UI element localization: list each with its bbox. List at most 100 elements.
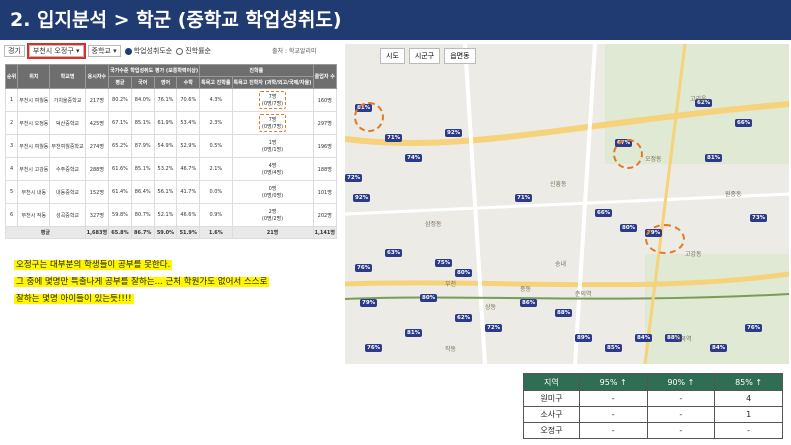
school-pin[interactable]: 81% (405, 329, 423, 337)
table-cell: 65.2% (108, 134, 132, 158)
map-place-label: 작동 (445, 346, 457, 353)
table-cell: 부천시 여월동 (17, 88, 51, 112)
school-pin[interactable]: 71% (385, 134, 403, 142)
th-korean[interactable]: 국어 (130, 76, 155, 89)
th-school[interactable]: 학교명 (49, 64, 86, 89)
table-cell: 288명 (84, 157, 110, 181)
map-sido-button[interactable]: 시도 (380, 48, 405, 64)
school-pin[interactable]: 86% (520, 299, 538, 307)
school-pin[interactable]: 76% (355, 264, 373, 272)
region-select[interactable]: 경기 (4, 45, 25, 57)
table-cell: 0.9% (199, 203, 233, 227)
table-cell: 188명 (312, 157, 337, 181)
map-sigungu-button[interactable]: 시군구 (408, 48, 441, 64)
school-pin[interactable]: 74% (405, 154, 423, 162)
school-pin[interactable]: 80% (420, 294, 438, 302)
table-row[interactable]: 2 부천시 오정동 덕산중학교 425명 67.1% 85.1% 61.9% 53.4% 2.3… (4, 111, 337, 135)
table-cell: 53.2% (153, 157, 178, 181)
summary-cell: 원미구 (523, 390, 580, 407)
table-cell: 6 (4, 203, 19, 227)
table-cell: 3 (4, 134, 19, 158)
table-cell: 1 (4, 88, 19, 112)
table-total-row: 평균 1,683명 65.8% 86.7% 59.0% 51.9% 1.6% 21명 1,141… (5, 226, 337, 239)
school-pin[interactable]: 80% (455, 269, 473, 277)
th-graduates[interactable]: 졸업자 수 (312, 64, 337, 89)
radio-off-icon (176, 47, 184, 55)
school-pin[interactable]: 76% (745, 324, 763, 332)
district-select[interactable]: 부천시 오정구 ▾ (26, 43, 86, 59)
school-pin[interactable]: 72% (485, 324, 503, 332)
table-cell: 85.1% (130, 111, 155, 135)
table-cell: 53.4% (176, 111, 201, 135)
school-pin[interactable]: 76% (365, 344, 383, 352)
table-row[interactable]: 4 부천시 고강동 수주중학교 288명 61.6% 85.1% 53.2% 46.7% 2.1… (4, 157, 337, 181)
achievement-radio[interactable]: 학업성취도순 (124, 46, 172, 56)
table-cell: 2 (4, 111, 19, 135)
table-cell: 부천여월중학교 (49, 134, 86, 158)
school-pin[interactable]: 89% (575, 334, 593, 342)
th-average[interactable]: 평균 (108, 76, 132, 89)
table-cell: 160명 (312, 88, 337, 112)
table-cell: 7명 (0명/7명) (231, 88, 314, 112)
school-pin[interactable]: 92% (353, 194, 371, 202)
table-row[interactable]: 3 부천시 여월동 부천여월중학교 274명 65.2% 87.9% 54.9% 52.9% 0… (4, 134, 337, 158)
school-pin[interactable]: 71% (515, 194, 533, 202)
school-pin[interactable]: 84% (710, 344, 728, 352)
school-pin[interactable]: 85% (605, 344, 623, 352)
th-special-count[interactable]: 특목고 진학자 (과학/외고/국제/자율) (231, 76, 314, 89)
table-cell: 1명 (0명/1명) (231, 134, 314, 158)
table-cell: 덕산중학교 (49, 111, 86, 135)
radio-on-icon (124, 47, 132, 55)
th-location[interactable]: 위치 (17, 64, 51, 89)
table-row[interactable]: 1 부천시 여월동 가치울중학교 217명 80.2% 84.0% 76.1% 70.6% 4.… (4, 88, 337, 112)
total-cell: 1.6% (199, 226, 233, 239)
table-cell: 46.6% (176, 203, 201, 227)
table-cell: 41.7% (176, 180, 201, 204)
level-select[interactable]: 중학교 ▾ (87, 45, 121, 57)
table-cell: 327명 (84, 203, 110, 227)
th-takers[interactable]: 응시자수 (84, 64, 110, 89)
school-pin[interactable]: 62% (455, 314, 473, 322)
table-cell: 52.1% (153, 203, 178, 227)
table-cell: 84.0% (130, 88, 155, 112)
table-row[interactable]: 5 부천시 내동 내동중학교 152명 61.4% 86.4% 56.1% 41.7% 0.0%… (4, 180, 337, 204)
highlight-circle (645, 224, 685, 254)
table-cell: 80.2% (108, 88, 132, 112)
table-cell: 56.1% (153, 180, 178, 204)
th-math[interactable]: 수학 (176, 76, 201, 89)
school-pin[interactable]: 80% (620, 224, 638, 232)
th-rank[interactable]: 순위 (4, 64, 19, 89)
total-cell: 1,683명 (84, 226, 110, 239)
school-pin[interactable]: 84% (635, 334, 653, 342)
advance-radio[interactable]: 진학률순 (176, 46, 211, 56)
th-english[interactable]: 영어 (153, 76, 178, 89)
school-pin[interactable]: 63% (385, 249, 403, 257)
table-cell: 196명 (312, 134, 337, 158)
school-pin[interactable]: 81% (705, 154, 723, 162)
table-cell: 61.6% (108, 157, 132, 181)
school-map[interactable]: 시도 시군구 읍면동 81% 71% 92% 74% 72% 92% 67% 62% 81% 66… (345, 44, 789, 364)
school-pin[interactable]: 88% (555, 309, 573, 317)
map-eupmyeondong-button[interactable]: 읍면동 (444, 48, 476, 64)
school-pin[interactable]: 75% (435, 259, 453, 267)
school-pin[interactable]: 73% (750, 214, 768, 222)
school-pin[interactable]: 92% (445, 129, 463, 137)
school-pin[interactable]: 72% (345, 174, 363, 182)
highlight-mark: 7명 (0명/7명) (258, 114, 287, 132)
note-line-2: 그 중에 몇명만 특출나게 공부를 잘하는... 근처 학원가도 없어서 스스로 (14, 277, 270, 287)
school-pin[interactable]: 66% (595, 209, 613, 217)
map-place-label: 부천 (445, 281, 457, 288)
table-row[interactable]: 6 부천시 작동 성곡중학교 327명 59.8% 80.7% 52.1% 46.6% 0.9%… (4, 203, 337, 227)
th-group-advance: 진학률 (199, 64, 314, 77)
table-cell: 0명 (0명/0명) (231, 180, 314, 204)
school-pin[interactable]: 79% (360, 299, 378, 307)
total-cell: 평균 (5, 226, 86, 239)
summary-cell: - (578, 390, 648, 407)
summary-table: 지역 95% ↑ 90% ↑ 85% ↑ 원미구 - -4 소사구 - -1 오정구 - - - (523, 373, 783, 439)
school-pin[interactable]: 66% (735, 119, 753, 127)
table-cell: 202명 (312, 203, 337, 227)
th-special-rate[interactable]: 특목고 진학률 (199, 76, 233, 89)
table-cell: 425명 (84, 111, 110, 135)
highlight-circle (354, 102, 384, 132)
map-place-label: 중동 (520, 286, 532, 293)
